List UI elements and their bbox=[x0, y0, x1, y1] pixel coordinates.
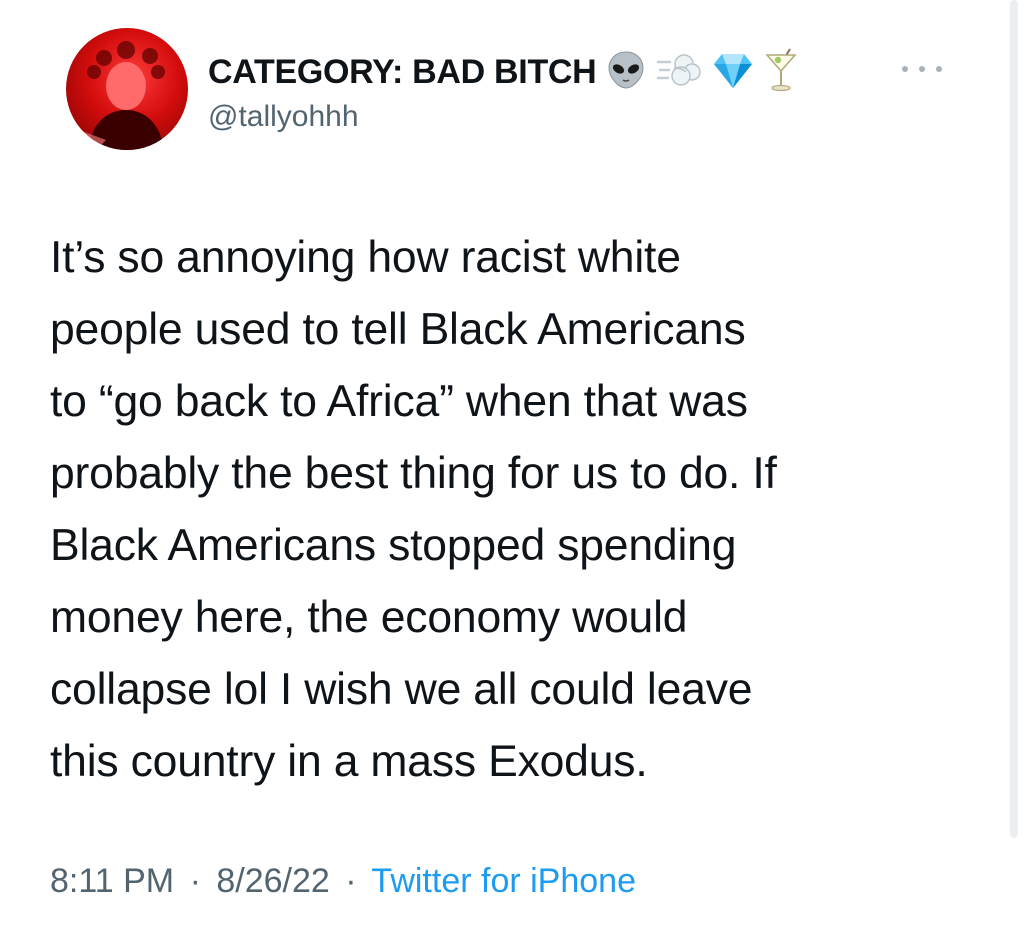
tweet-date[interactable]: 8/26/22 bbox=[216, 862, 329, 900]
tweet-text-line: money here, the economy would bbox=[50, 593, 688, 642]
tweet-text-line: this country in a mass Exodus. bbox=[50, 737, 648, 786]
meta-separator: · bbox=[189, 862, 201, 900]
avatar-portrait-icon bbox=[70, 41, 165, 150]
display-name[interactable]: CATEGORY: BAD BITCH bbox=[208, 53, 597, 92]
more-dot bbox=[902, 66, 908, 72]
user-header: CATEGORY: BAD BITCH @tallyohhh bbox=[208, 47, 798, 134]
tweet-meta: 8:11 PM · 8/26/22 · Twitter for iPhone bbox=[50, 862, 636, 901]
tweet-text-line: to “go back to Africa” when that was bbox=[50, 377, 748, 426]
user-handle[interactable]: @tallyohhh bbox=[208, 100, 798, 134]
user-avatar[interactable] bbox=[66, 28, 188, 150]
tweet-text-line: Black Americans stopped spending bbox=[50, 521, 737, 570]
display-name-row: CATEGORY: BAD BITCH bbox=[208, 47, 798, 95]
more-options-icon[interactable] bbox=[902, 54, 942, 84]
tweet-text-line: collapse lol I wish we all could leave bbox=[50, 665, 753, 714]
tweet-text-line: It’s so annoying how racist white bbox=[50, 233, 681, 282]
dash-emoji-icon bbox=[656, 50, 702, 95]
more-dot bbox=[936, 66, 942, 72]
tweet-time[interactable]: 8:11 PM bbox=[50, 862, 174, 900]
more-dot bbox=[919, 66, 925, 72]
cocktail-emoji-icon bbox=[764, 47, 798, 98]
gem-emoji-icon bbox=[712, 50, 754, 95]
meta-separator: · bbox=[345, 862, 357, 900]
tweet-text-line: probably the best thing for us to do. If bbox=[50, 449, 777, 498]
tweet-text-line: people used to tell Black Americans bbox=[50, 305, 746, 354]
tweet-text: It’s so annoying how racist white people… bbox=[50, 222, 980, 798]
scrollbar[interactable] bbox=[1010, 0, 1018, 838]
alien-emoji-icon bbox=[606, 50, 646, 95]
tweet-source-link[interactable]: Twitter for iPhone bbox=[371, 862, 636, 900]
tweet-card: CATEGORY: BAD BITCH @tallyohhh It’s so a… bbox=[0, 0, 1024, 944]
